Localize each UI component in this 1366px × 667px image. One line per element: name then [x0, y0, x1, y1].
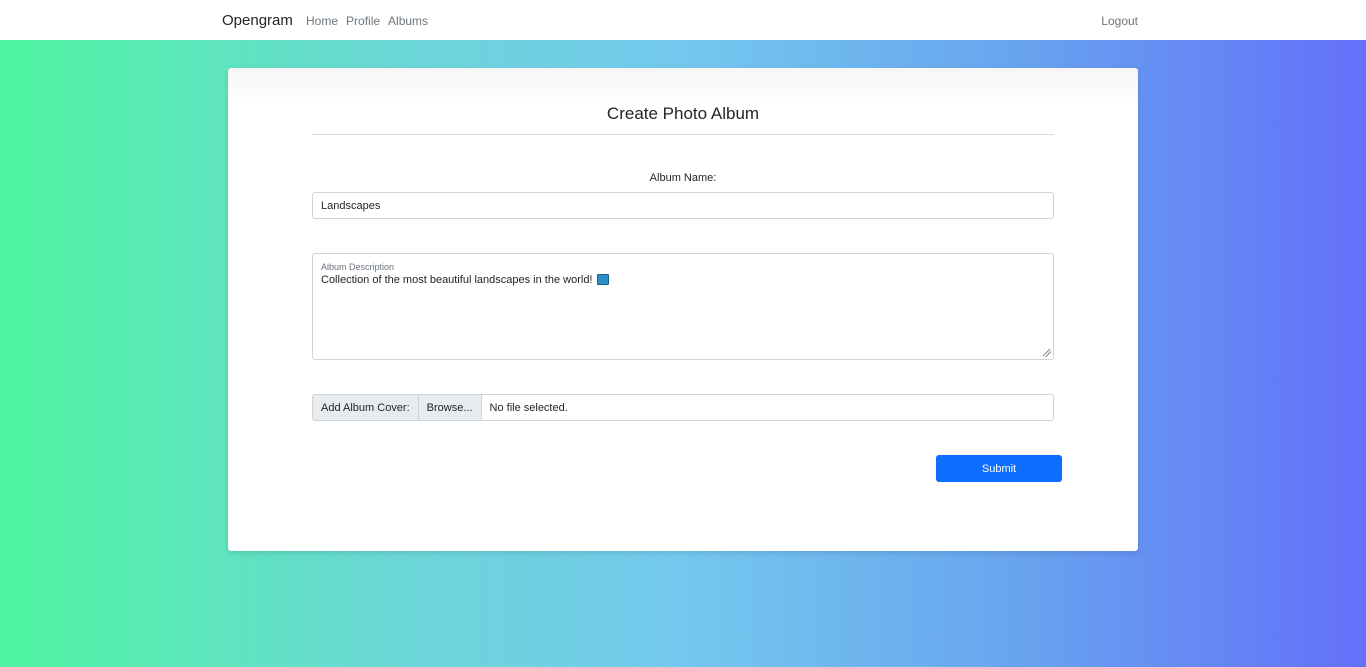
browse-button[interactable]: Browse... [418, 395, 482, 420]
album-description-field[interactable]: Album Description Collection of the most… [312, 253, 1054, 360]
title-divider [312, 134, 1054, 135]
nav-link-albums[interactable]: Albums [388, 14, 428, 28]
page-title: Create Photo Album [606, 104, 760, 123]
file-status-text: No file selected. [489, 401, 568, 414]
album-cover-label: Add Album Cover: [313, 395, 419, 420]
album-name-input[interactable] [312, 192, 1054, 219]
album-description-value: Collection of the most beautiful landsca… [321, 274, 609, 286]
nav-link-profile[interactable]: Profile [346, 14, 380, 28]
album-description-text: Collection of the most beautiful landsca… [321, 274, 593, 286]
brand-logo[interactable]: Opengram [222, 12, 293, 29]
world-map-icon [596, 274, 609, 285]
album-cover-input-group: Add Album Cover: Browse... No file selec… [312, 394, 1054, 421]
nav-link-home[interactable]: Home [306, 14, 338, 28]
logout-link[interactable]: Logout [1101, 14, 1138, 28]
submit-button[interactable]: Submit [936, 455, 1062, 482]
nav-links: Home Profile Albums [306, 14, 436, 28]
resize-handle-icon[interactable] [1043, 349, 1051, 357]
create-album-card: Create Photo Album Album Name: Album Des… [228, 68, 1138, 551]
album-description-label: Album Description [321, 262, 395, 272]
top-navbar: Opengram Home Profile Albums Logout [0, 0, 1366, 40]
album-name-label: Album Name: [649, 172, 717, 184]
